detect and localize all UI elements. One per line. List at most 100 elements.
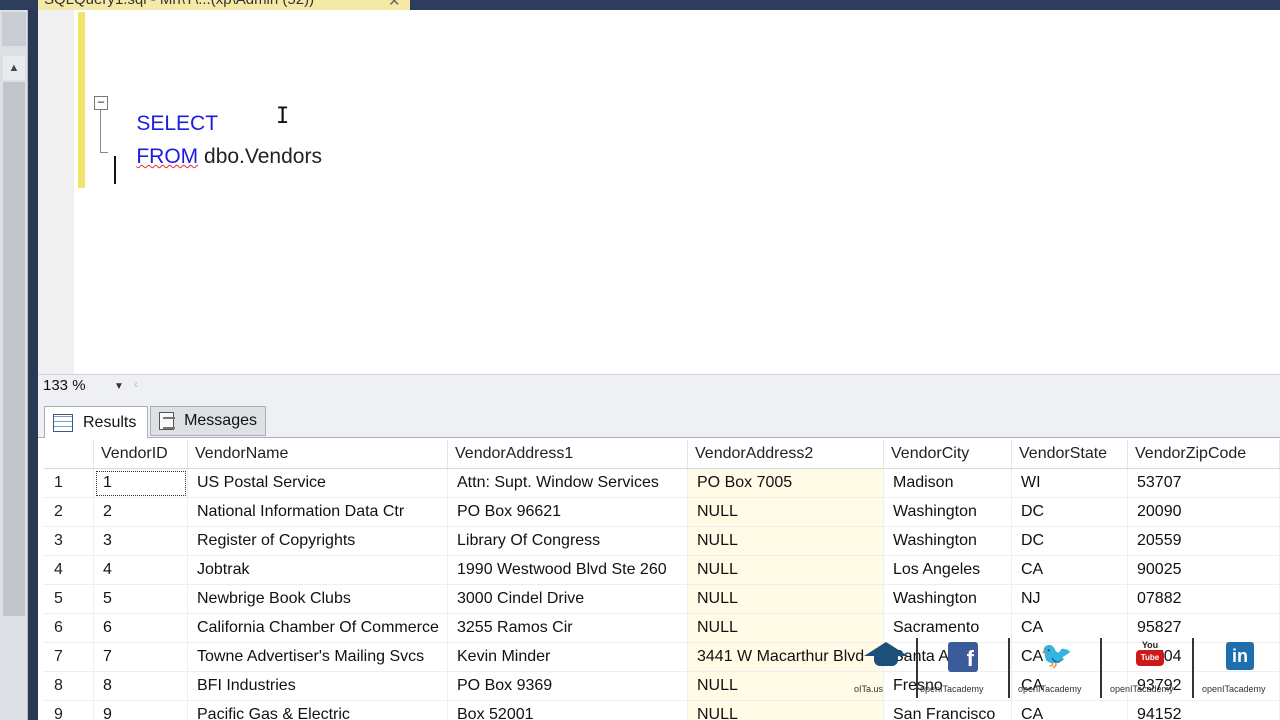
results-tab-bar: Results Messages <box>38 398 1280 438</box>
cell-vendorid[interactable]: 4 <box>94 556 188 585</box>
row-number-cell: 1 <box>44 469 94 498</box>
cell-vendoraddress1[interactable]: 3255 Ramos Cir <box>448 614 688 643</box>
cell-vendoraddress1[interactable]: Library Of Congress <box>448 527 688 556</box>
cell-vendorname[interactable]: California Chamber Of Commerce <box>188 614 448 643</box>
linkedin-icon: in <box>1226 642 1254 670</box>
column-header-vendorstate[interactable]: VendorState <box>1012 440 1128 469</box>
cell-vendoraddress1[interactable]: PO Box 96621 <box>448 498 688 527</box>
cell-vendorid[interactable]: 8 <box>94 672 188 701</box>
cell-vendorname[interactable]: Register of Copyrights <box>188 527 448 556</box>
table-row[interactable]: 9 9 Pacific Gas & Electric Box 52001 NULL San… <box>44 701 1280 720</box>
row-number-header[interactable] <box>44 440 94 469</box>
cell-vendorname[interactable]: Pacific Gas & Electric <box>188 701 448 720</box>
cell-vendoraddress2[interactable]: NULL <box>688 585 884 614</box>
zoom-level[interactable]: 133 % <box>43 377 86 394</box>
collapse-icon[interactable]: − <box>94 96 108 110</box>
social-label: openITacademy <box>1018 684 1082 694</box>
text-caret <box>114 156 116 184</box>
table-row[interactable]: 3 3 Register of Copyrights Library Of Congr… <box>44 527 1280 556</box>
graduation-cap-base <box>874 654 898 666</box>
cell-vendorname[interactable]: Jobtrak <box>188 556 448 585</box>
twitter-icon: 🐦 <box>1040 640 1073 670</box>
close-icon[interactable]: ✕ <box>388 0 401 10</box>
social-facebook[interactable]: f openITacademy <box>918 636 1008 700</box>
cell-vendoraddress1[interactable]: Box 52001 <box>448 701 688 720</box>
cell-vendorzipcode[interactable]: 20559 <box>1128 527 1280 556</box>
column-header-vendoraddress1[interactable]: VendorAddress1 <box>448 440 688 469</box>
cell-vendorcity[interactable]: Washington <box>884 498 1012 527</box>
query-editor[interactable]: − SELECT FROM dbo.Vendors I <box>38 10 1280 374</box>
cell-vendorcity[interactable]: Madison <box>884 469 1012 498</box>
cell-vendorzipcode[interactable]: 94152 <box>1128 701 1280 720</box>
social-links-overlay: oITa.us f openITacademy 🐦 openITacademy … <box>850 636 1280 700</box>
row-number-cell: 7 <box>44 643 94 672</box>
tab-messages[interactable]: Messages <box>150 406 266 436</box>
tab-messages-label: Messages <box>184 412 257 429</box>
cell-vendorname[interactable]: BFI Industries <box>188 672 448 701</box>
cell-vendorzipcode[interactable]: 90025 <box>1128 556 1280 585</box>
row-number-cell: 3 <box>44 527 94 556</box>
cell-vendorid[interactable]: 1 <box>94 469 188 498</box>
column-header-vendorzipcode[interactable]: VendorZipCode <box>1128 440 1280 469</box>
cell-vendorname[interactable]: Towne Advertiser's Mailing Svcs <box>188 643 448 672</box>
social-label: oITa.us <box>854 684 884 694</box>
cell-vendorname[interactable]: US Postal Service <box>188 469 448 498</box>
cell-vendorzipcode[interactable]: 20090 <box>1128 498 1280 527</box>
cell-vendorstate[interactable]: CA <box>1012 701 1128 720</box>
social-youtube[interactable]: You Tube openITacademy <box>1102 636 1194 700</box>
cell-vendorstate[interactable]: DC <box>1012 527 1128 556</box>
row-number-cell: 6 <box>44 614 94 643</box>
cell-vendorid[interactable]: 3 <box>94 527 188 556</box>
cell-vendorzipcode[interactable]: 07882 <box>1128 585 1280 614</box>
cell-vendorcity[interactable]: Washington <box>884 527 1012 556</box>
code-line-2: FROM dbo.Vendors <box>113 121 322 193</box>
cell-vendoraddress1[interactable]: 3000 Cindel Drive <box>448 585 688 614</box>
cell-vendorid[interactable]: 5 <box>94 585 188 614</box>
table-row[interactable]: 1 1 US Postal Service Attn: Supt. Window Se… <box>44 469 1280 498</box>
table-row[interactable]: 2 2 National Information Data Ctr PO Box 96… <box>44 498 1280 527</box>
cell-vendorid[interactable]: 2 <box>94 498 188 527</box>
cell-vendorcity[interactable]: San Francisco <box>884 701 1012 720</box>
cell-vendorstate[interactable]: WI <box>1012 469 1128 498</box>
cell-vendoraddress2[interactable]: NULL <box>688 556 884 585</box>
document-tab-strip: SQLQuery1.sql - Mh\T\...(xp\Admin (52)) … <box>0 0 1280 10</box>
cell-vendoraddress2[interactable]: NULL <box>688 498 884 527</box>
social-twitter[interactable]: 🐦 openITacademy <box>1010 636 1102 700</box>
keyword-from: FROM <box>136 145 199 168</box>
cell-vendorstate[interactable]: DC <box>1012 498 1128 527</box>
scroll-up-icon[interactable]: ▲ <box>3 56 25 80</box>
column-header-vendorname[interactable]: VendorName <box>188 440 448 469</box>
cell-vendorstate[interactable]: CA <box>1012 556 1128 585</box>
cell-vendoraddress2[interactable]: NULL <box>688 701 884 720</box>
cell-vendorname[interactable]: National Information Data Ctr <box>188 498 448 527</box>
cell-vendoraddress1[interactable]: PO Box 9369 <box>448 672 688 701</box>
table-row[interactable]: 4 4 Jobtrak 1990 Westwood Blvd Ste 260 NULL L… <box>44 556 1280 585</box>
column-header-vendorcity[interactable]: VendorCity <box>884 440 1012 469</box>
cell-vendorcity[interactable]: Los Angeles <box>884 556 1012 585</box>
column-header-vendorid[interactable]: VendorID <box>94 440 188 469</box>
chevron-down-icon[interactable]: ▼ <box>108 375 130 397</box>
cell-vendoraddress2[interactable]: NULL <box>688 527 884 556</box>
cell-vendorstate[interactable]: NJ <box>1012 585 1128 614</box>
cell-vendorcity[interactable]: Washington <box>884 585 1012 614</box>
social-oita[interactable]: oITa.us <box>850 636 916 700</box>
vertical-scrollbar-thumb[interactable] <box>3 82 25 616</box>
cell-vendoraddress1[interactable]: 1990 Westwood Blvd Ste 260 <box>448 556 688 585</box>
cell-vendorid[interactable]: 9 <box>94 701 188 720</box>
tab-results[interactable]: Results <box>44 406 148 438</box>
cell-vendorid[interactable]: 7 <box>94 643 188 672</box>
zoom-bar: 133 % ▼ ‹ <box>38 374 1280 398</box>
cell-vendorid[interactable]: 6 <box>94 614 188 643</box>
cell-vendoraddress2[interactable]: PO Box 7005 <box>688 469 884 498</box>
scroll-left-icon[interactable]: ‹ <box>134 377 138 391</box>
cell-vendorname[interactable]: Newbrige Book Clubs <box>188 585 448 614</box>
dock-button[interactable] <box>2 12 26 46</box>
table-row[interactable]: 5 5 Newbrige Book Clubs 3000 Cindel Drive NU… <box>44 585 1280 614</box>
cell-vendorzipcode[interactable]: 53707 <box>1128 469 1280 498</box>
column-header-vendoraddress2[interactable]: VendorAddress2 <box>688 440 884 469</box>
cell-vendoraddress1[interactable]: Kevin Minder <box>448 643 688 672</box>
social-linkedin[interactable]: in openITacademy <box>1194 636 1280 700</box>
tab-sqlquery[interactable]: SQLQuery1.sql - Mh\T\...(xp\Admin (52)) … <box>38 0 410 10</box>
cell-vendoraddress1[interactable]: Attn: Supt. Window Services <box>448 469 688 498</box>
youtube-icon: You Tube <box>1136 640 1164 670</box>
